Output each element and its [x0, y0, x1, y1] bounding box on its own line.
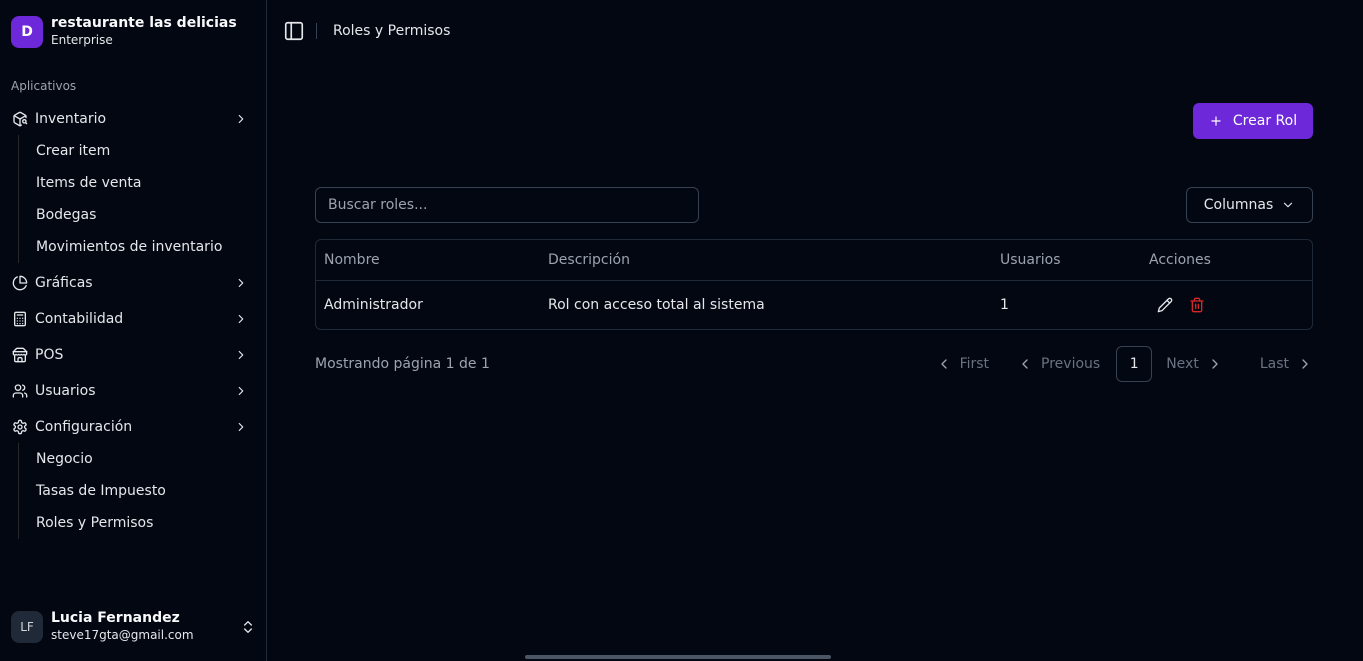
chevron-right-icon [1207, 356, 1223, 372]
column-header-descripcion[interactable]: Descripción [548, 252, 630, 268]
chevron-down-icon [1281, 198, 1295, 212]
chevron-right-icon [234, 112, 248, 126]
table-row: Administrador Rol con acceso total al si… [316, 281, 1312, 329]
submenu-item-tasas-de-impuesto[interactable]: Tasas de Impuesto [19, 475, 266, 507]
pie-chart-icon [11, 274, 29, 292]
pencil-icon [1157, 297, 1173, 313]
sidebar-item-graficas[interactable]: Gráficas [0, 267, 266, 299]
previous-page-button[interactable]: Previous [1017, 346, 1100, 382]
chevron-right-icon [234, 384, 248, 398]
brand-plan: Enterprise [51, 33, 113, 47]
sidebar-item-label: Configuración [35, 419, 133, 435]
plus-icon [1209, 114, 1223, 128]
store-icon [11, 346, 29, 364]
calculator-icon [11, 310, 29, 328]
chevron-right-icon [234, 276, 248, 290]
create-role-button[interactable]: Crear Rol [1193, 103, 1313, 139]
chevrons-up-down-icon [240, 619, 256, 635]
submenu-item-bodegas[interactable]: Bodegas [19, 199, 266, 231]
sidebar-item-label: Contabilidad [35, 311, 124, 327]
main-content: Roles y Permisos Crear Rol Columnas Nomb… [267, 0, 1363, 661]
roles-table: Nombre Descripción Usuarios Acciones Adm… [315, 239, 1313, 330]
submenu-item-items-de-venta[interactable]: Items de venta [19, 167, 266, 199]
row-actions [1149, 289, 1213, 321]
submenu-item-roles-y-permisos[interactable]: Roles y Permisos [19, 507, 266, 539]
cell-role-description: Rol con acceso total al sistema [548, 297, 765, 313]
sidebar-item-label: Usuarios [35, 383, 96, 399]
avatar: LF [11, 611, 43, 643]
first-page-button[interactable]: First [936, 346, 989, 382]
sidebar-item-pos[interactable]: POS [0, 339, 266, 371]
chevron-left-icon [1017, 356, 1033, 372]
chevron-right-icon [234, 420, 248, 434]
submenu-item-movimientos[interactable]: Movimientos de inventario [19, 231, 266, 263]
pagination: First Previous 1 Next Last [936, 346, 1313, 382]
columns-dropdown-button[interactable]: Columnas [1186, 187, 1313, 223]
topbar: Roles y Permisos [283, 19, 450, 43]
sidebar-item-configuracion[interactable]: Configuración [0, 411, 266, 443]
package-search-icon [11, 110, 29, 128]
search-input[interactable] [315, 187, 699, 223]
topbar-divider [316, 23, 317, 39]
user-text: Lucia Fernandez steve17gta@gmail.com [51, 610, 240, 644]
first-page-label: First [959, 356, 990, 372]
sidebar-group-label: Aplicativos [11, 79, 77, 93]
sidebar-item-label: Inventario [35, 111, 107, 127]
horizontal-scrollbar[interactable] [525, 655, 831, 659]
user-email: steve17gta@gmail.com [51, 628, 194, 642]
cell-role-name: Administrador [324, 297, 423, 313]
chevron-right-icon [1297, 356, 1313, 372]
submenu-item-negocio[interactable]: Negocio [19, 443, 266, 475]
breadcrumb: Roles y Permisos [333, 23, 451, 39]
last-page-label: Last [1259, 356, 1289, 372]
column-header-acciones: Acciones [1149, 252, 1211, 268]
sidebar: D restaurante las delicias Enterprise Ap… [0, 0, 267, 661]
trash-icon [1190, 297, 1204, 313]
submenu-inventario: Crear item Items de venta Bodegas Movimi… [18, 135, 266, 263]
gear-icon [11, 418, 29, 436]
chevron-left-icon [936, 356, 952, 372]
sidebar-item-label: Gráficas [35, 275, 93, 291]
table-header: Nombre Descripción Usuarios Acciones [316, 240, 1312, 281]
sidebar-item-contabilidad[interactable]: Contabilidad [0, 303, 266, 335]
column-header-nombre[interactable]: Nombre [324, 252, 380, 268]
create-role-label: Crear Rol [1232, 113, 1298, 129]
next-page-label: Next [1166, 356, 1199, 372]
app-root: D restaurante las delicias Enterprise Ap… [0, 0, 1363, 661]
sidebar-nav: Inventario Crear item Items de venta Bod… [0, 103, 266, 543]
column-header-usuarios[interactable]: Usuarios [1000, 252, 1061, 268]
user-name: Lucia Fernandez [51, 610, 180, 626]
edit-role-button[interactable] [1149, 289, 1181, 321]
columns-label: Columnas [1203, 197, 1274, 213]
chevron-right-icon [234, 348, 248, 362]
cell-role-users: 1 [1000, 297, 1009, 313]
users-icon [11, 382, 29, 400]
delete-role-button[interactable] [1181, 289, 1213, 321]
sidebar-item-inventario[interactable]: Inventario [0, 103, 266, 135]
sidebar-item-label: POS [35, 347, 64, 363]
last-page-button[interactable]: Last [1260, 346, 1313, 382]
current-page-button[interactable]: 1 [1116, 346, 1153, 382]
next-page-button[interactable]: Next [1166, 346, 1223, 382]
previous-page-label: Previous [1041, 356, 1101, 372]
sidebar-item-usuarios[interactable]: Usuarios [0, 375, 266, 407]
page-info: Mostrando página 1 de 1 [315, 356, 490, 372]
sidebar-toggle-icon[interactable] [283, 20, 305, 42]
user-menu[interactable]: LF Lucia Fernandez steve17gta@gmail.com [11, 610, 256, 644]
brand-name: restaurante las delicias [51, 15, 237, 31]
pagination-bar: Mostrando página 1 de 1 First Previous 1… [315, 346, 1313, 382]
submenu-configuracion: Negocio Tasas de Impuesto Roles y Permis… [18, 443, 266, 539]
brand-switcher[interactable]: D restaurante las delicias Enterprise [11, 15, 237, 49]
brand-logo: D [11, 16, 43, 48]
chevron-right-icon [234, 312, 248, 326]
submenu-item-crear-item[interactable]: Crear item [19, 135, 266, 167]
brand-text: restaurante las delicias Enterprise [51, 15, 237, 49]
